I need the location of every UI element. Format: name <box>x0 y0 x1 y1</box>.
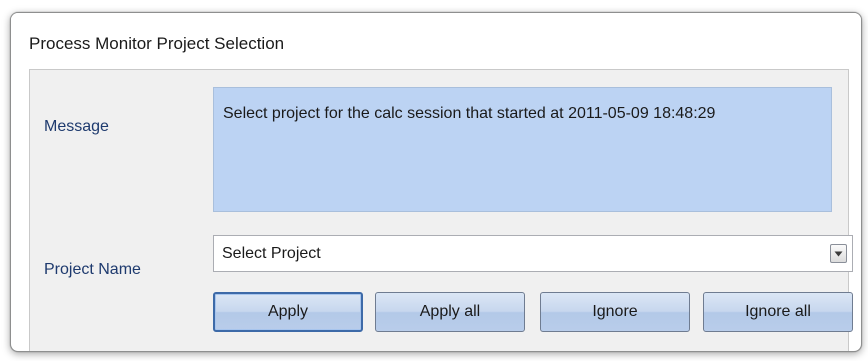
dialog-body: Message Select project for the calc sess… <box>29 69 853 351</box>
message-label: Message <box>44 118 109 135</box>
project-name-dropdown[interactable]: Select Project <box>213 235 853 272</box>
project-name-label: Project Name <box>44 261 141 278</box>
apply-button[interactable]: Apply <box>213 292 363 332</box>
project-selection-dialog: Process Monitor Project Selection Messag… <box>10 12 862 352</box>
title-bar[interactable]: Process Monitor Project Selection <box>11 13 861 65</box>
ignore-all-button[interactable]: Ignore all <box>703 292 853 332</box>
dropdown-button[interactable] <box>830 244 847 263</box>
window-title: Process Monitor Project Selection <box>29 34 285 53</box>
ignore-button[interactable]: Ignore <box>540 292 690 332</box>
chevron-down-icon <box>834 251 843 256</box>
message-text: Select project for the calc session that… <box>213 87 832 212</box>
project-name-selected-value: Select Project <box>222 245 321 262</box>
apply-all-button[interactable]: Apply all <box>375 292 525 332</box>
